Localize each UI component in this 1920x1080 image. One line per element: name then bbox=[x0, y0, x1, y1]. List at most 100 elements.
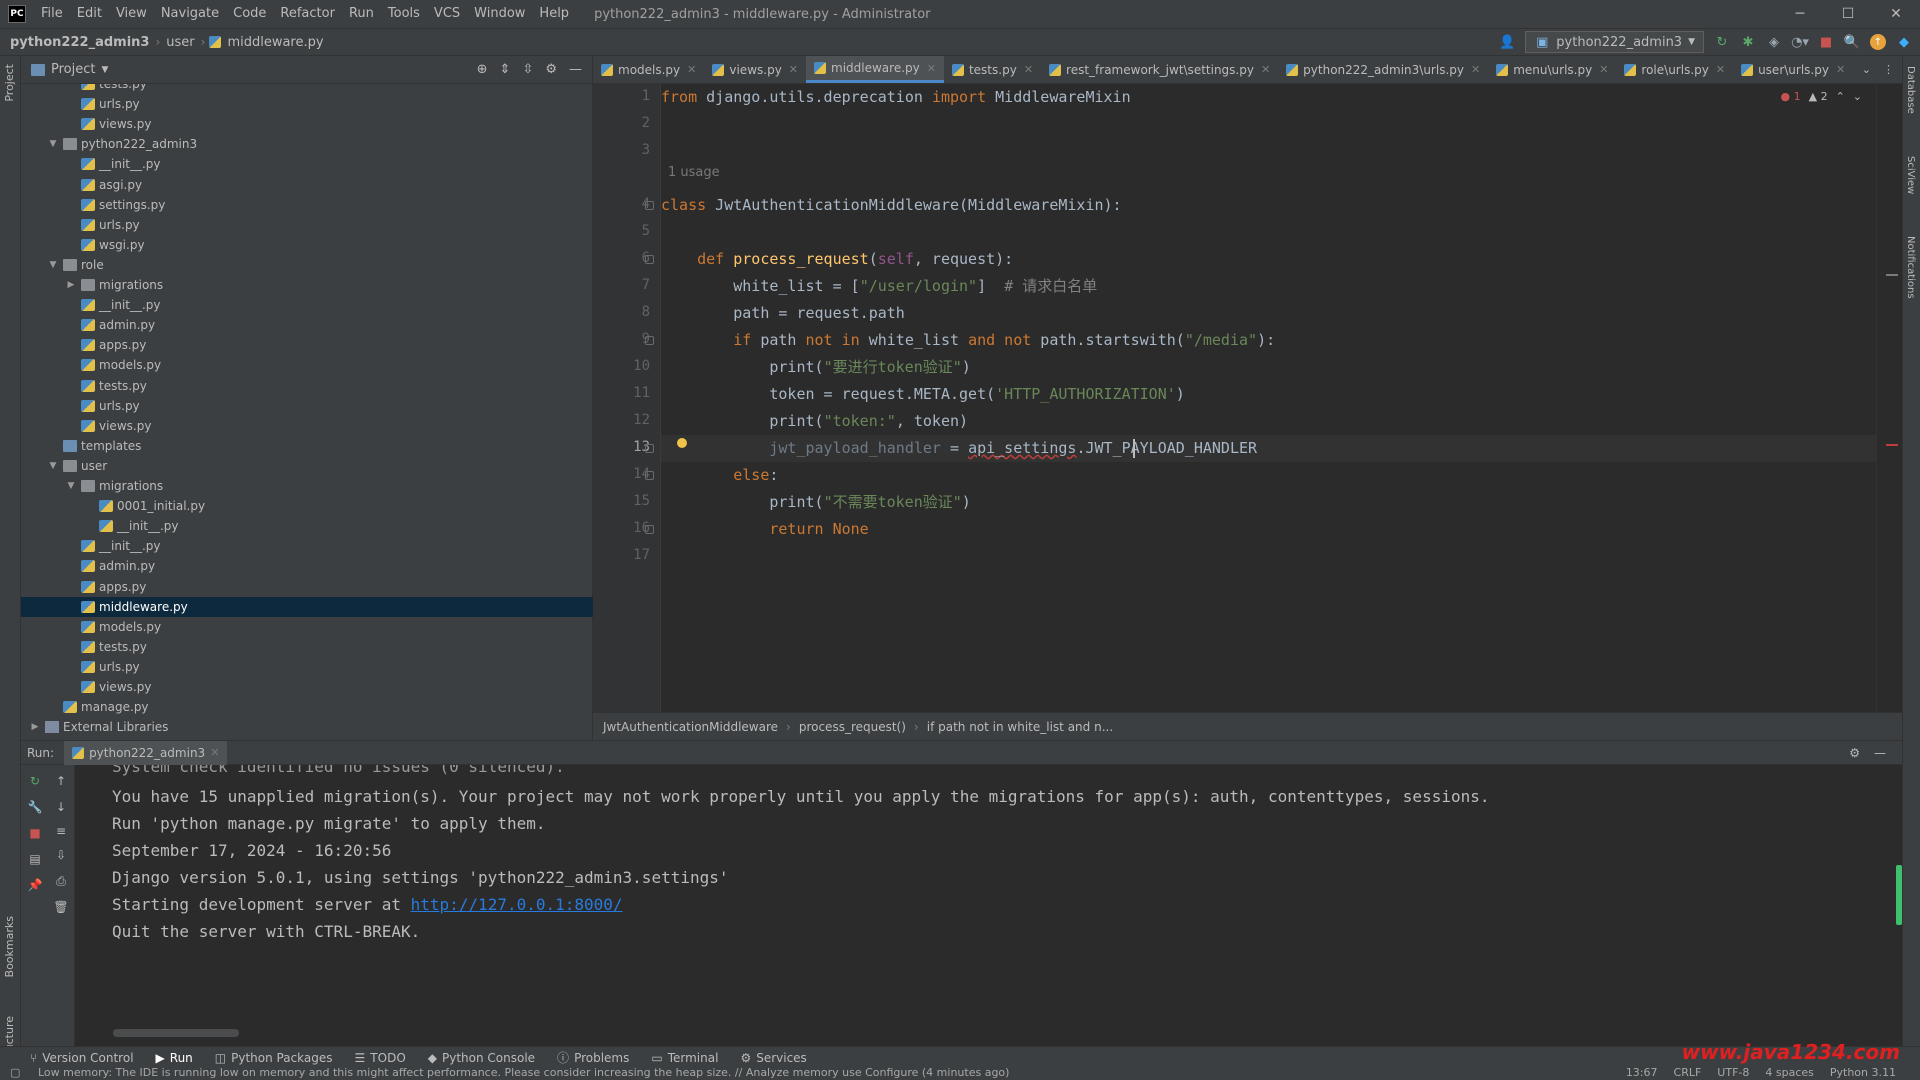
maximize-icon[interactable]: ☐ bbox=[1824, 0, 1872, 28]
stop-icon[interactable]: ■ bbox=[27, 825, 43, 841]
menu-navigate[interactable]: Navigate bbox=[154, 0, 226, 28]
tree-file[interactable]: __init__.py bbox=[21, 516, 593, 536]
bookmarks-tool-tab[interactable]: Bookmarks bbox=[3, 916, 16, 977]
close-icon[interactable]: ✕ bbox=[1872, 0, 1920, 28]
version-control-tab[interactable]: ⑂ Version Control bbox=[30, 1051, 134, 1065]
minimize-icon[interactable]: ─ bbox=[1776, 0, 1824, 28]
locate-icon[interactable]: ⊕ bbox=[477, 62, 488, 77]
menu-refactor[interactable]: Refactor bbox=[273, 0, 342, 28]
tree-folder[interactable]: ▼ user bbox=[21, 456, 593, 476]
console-output[interactable]: System check identified no issues (0 sil… bbox=[75, 765, 1902, 1047]
inspection-widget[interactable]: ● 1 ▲ 2 ⌃ ⌄ bbox=[1780, 90, 1862, 103]
tree-file[interactable]: urls.py bbox=[21, 657, 593, 677]
tree-file[interactable]: urls.py bbox=[21, 396, 593, 416]
tree-file[interactable]: views.py bbox=[21, 114, 593, 134]
tree-folder[interactable]: ▶ migrations bbox=[21, 275, 593, 295]
breadcrumb-project[interactable]: python222_admin3 bbox=[6, 35, 153, 50]
close-icon[interactable]: ✕ bbox=[210, 746, 219, 759]
tree-file[interactable]: tests.py bbox=[21, 376, 593, 396]
tree-file[interactable]: admin.py bbox=[21, 315, 593, 335]
terminal-tab[interactable]: ▭ Terminal bbox=[651, 1051, 718, 1065]
chevron-down-icon[interactable]: ▼ bbox=[47, 456, 59, 476]
tree-file[interactable]: __init__.py bbox=[21, 154, 593, 174]
database-tool-tab[interactable]: Database bbox=[1905, 66, 1916, 114]
interpreter-setting[interactable]: Python 3.11 bbox=[1830, 1066, 1896, 1079]
sciview-tool-tab[interactable]: SciView bbox=[1905, 156, 1916, 194]
tree-file[interactable]: __init__.py bbox=[21, 295, 593, 315]
editor-tab[interactable]: views.py ✕ bbox=[704, 56, 806, 83]
server-url-link[interactable]: http://127.0.0.1:8000/ bbox=[411, 895, 623, 914]
layout-icon[interactable]: ▤ bbox=[27, 851, 43, 867]
project-tool-tab[interactable]: Project bbox=[3, 64, 16, 102]
close-icon[interactable]: ✕ bbox=[1599, 63, 1608, 76]
project-panel-title[interactable]: Project bbox=[51, 62, 95, 77]
wrench-icon[interactable]: 🔧 bbox=[27, 799, 43, 815]
line-separator[interactable]: CRLF bbox=[1674, 1066, 1702, 1079]
services-tab[interactable]: ⚙ Services bbox=[740, 1051, 806, 1065]
tree-folder[interactable]: templates bbox=[21, 436, 593, 456]
problems-tab[interactable]: ⓘ Problems bbox=[557, 1049, 629, 1066]
horizontal-scrollbar[interactable] bbox=[113, 1029, 239, 1037]
tree-file[interactable]: views.py bbox=[21, 677, 593, 697]
menu-code[interactable]: Code bbox=[226, 0, 273, 28]
tree-file[interactable]: tests.py bbox=[21, 84, 593, 94]
chevron-down-icon[interactable]: ⌄ bbox=[1862, 63, 1871, 76]
fold-marker-icon[interactable] bbox=[645, 444, 654, 453]
menu-view[interactable]: View bbox=[109, 0, 154, 28]
profile-icon[interactable]: ◔▾ bbox=[1791, 34, 1809, 50]
chevron-down-icon[interactable]: ▼ bbox=[47, 134, 59, 154]
coverage-icon[interactable]: ◈ bbox=[1766, 34, 1782, 50]
tree-file[interactable]: settings.py bbox=[21, 195, 593, 215]
tree-file[interactable]: admin.py bbox=[21, 556, 593, 576]
run-tool-tab[interactable]: ▶ Run bbox=[156, 1051, 193, 1065]
notifications-tool-tab[interactable]: Notifications bbox=[1905, 236, 1916, 299]
fold-marker-icon[interactable] bbox=[645, 525, 654, 534]
stripe-marker-error[interactable] bbox=[1886, 444, 1898, 446]
todo-tab[interactable]: ☰ TODO bbox=[355, 1051, 406, 1065]
breadcrumb-class[interactable]: JwtAuthenticationMiddleware bbox=[603, 720, 778, 734]
editor-tab[interactable]: role\urls.py ✕ bbox=[1616, 56, 1733, 83]
close-icon[interactable]: ✕ bbox=[1024, 63, 1033, 76]
tree-file[interactable]: middleware.py bbox=[21, 596, 593, 617]
user-icon[interactable]: 👤 bbox=[1499, 34, 1515, 50]
more-icon[interactable]: ⋮ bbox=[1883, 63, 1894, 76]
menu-run[interactable]: Run bbox=[342, 0, 381, 28]
lightbulb-icon[interactable] bbox=[677, 438, 687, 448]
tree-folder[interactable]: ▼ python222_admin3 bbox=[21, 134, 593, 154]
tree-file[interactable]: 0001_initial.py bbox=[21, 496, 593, 516]
tree-file[interactable]: apps.py bbox=[21, 577, 593, 597]
tree-file[interactable]: urls.py bbox=[21, 215, 593, 235]
tree-file[interactable]: __init__.py bbox=[21, 536, 593, 556]
rerun-icon[interactable]: ↻ bbox=[1714, 34, 1730, 50]
fold-marker-icon[interactable] bbox=[645, 201, 654, 210]
chevron-right-icon[interactable]: ▶ bbox=[29, 717, 41, 737]
collapse-all-icon[interactable]: ⇳ bbox=[522, 62, 533, 77]
menu-help[interactable]: Help bbox=[532, 0, 576, 28]
vertical-scrollbar[interactable] bbox=[1896, 865, 1902, 925]
tree-file[interactable]: asgi.py bbox=[21, 175, 593, 195]
editor-tab[interactable]: rest_framework_jwt\settings.py ✕ bbox=[1041, 56, 1278, 83]
chevron-down-icon[interactable]: ⌄ bbox=[1853, 90, 1862, 103]
debug-icon[interactable]: ✱ bbox=[1740, 34, 1756, 50]
gear-icon[interactable]: ⚙ bbox=[545, 62, 557, 77]
close-icon[interactable]: ✕ bbox=[789, 63, 798, 76]
close-icon[interactable]: ✕ bbox=[927, 62, 936, 75]
code-editor[interactable]: from django.utils.deprecation import Mid… bbox=[661, 84, 1876, 712]
python-console-tab[interactable]: ◆ Python Console bbox=[428, 1051, 535, 1065]
chevron-up-icon[interactable]: ⌃ bbox=[1836, 90, 1845, 103]
scroll-to-end-icon[interactable]: ⇩ bbox=[53, 847, 69, 863]
chevron-down-icon[interactable]: ▼ bbox=[101, 65, 108, 75]
trash-icon[interactable]: 🗑 bbox=[53, 899, 69, 915]
close-icon[interactable]: ✕ bbox=[687, 63, 696, 76]
breadcrumb-statement[interactable]: if path not in white_list and n... bbox=[927, 720, 1113, 734]
menu-edit[interactable]: Edit bbox=[70, 0, 109, 28]
tree-library[interactable]: ▶ External Libraries bbox=[21, 717, 593, 737]
editor-tab[interactable]: menu\urls.py ✕ bbox=[1488, 56, 1616, 83]
chevron-down-icon[interactable]: ▼ bbox=[47, 255, 59, 275]
chevron-right-icon[interactable]: ▶ bbox=[65, 275, 77, 295]
tree-file[interactable]: wsgi.py bbox=[21, 235, 593, 255]
usage-hint[interactable]: 1 usage bbox=[668, 165, 720, 180]
tree-file[interactable]: models.py bbox=[21, 355, 593, 375]
search-icon[interactable]: 🔍 bbox=[1844, 34, 1860, 50]
tree-file[interactable]: urls.py bbox=[21, 94, 593, 114]
